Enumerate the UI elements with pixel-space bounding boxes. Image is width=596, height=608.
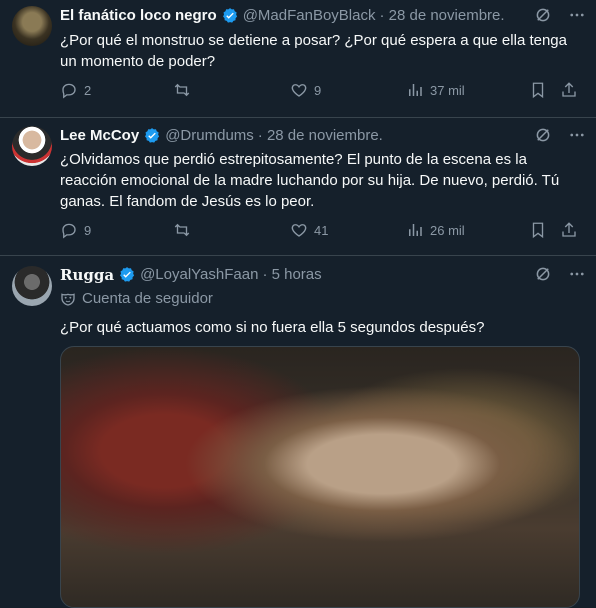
more-options-icon[interactable] [568, 126, 586, 144]
avatar[interactable] [12, 126, 52, 166]
retweet-button[interactable] [172, 81, 290, 99]
tweet-header: El fanático loco negro @MadFanBoyBlack ·… [60, 6, 586, 26]
display-name[interactable]: El fanático loco negro [60, 6, 217, 26]
reply-button[interactable]: 9 [60, 221, 172, 239]
reply-icon [62, 83, 76, 99]
heart-icon [291, 84, 307, 97]
retweet-icon [174, 223, 190, 237]
tweet-actions: 9 41 26 mil [60, 219, 578, 241]
reply-count: 9 [84, 222, 92, 238]
verified-badge-icon [120, 267, 135, 282]
view-count: 37 mil [430, 82, 465, 98]
timestamp[interactable]: · 5 horas [262, 265, 321, 285]
bookmark-button[interactable] [530, 221, 560, 239]
analytics-icon [409, 84, 422, 96]
like-button[interactable]: 41 [290, 221, 406, 239]
follower-tag-label: Cuenta de seguidor [82, 290, 213, 307]
view-count: 26 mil [430, 222, 465, 238]
more-options-icon[interactable] [568, 265, 586, 283]
mask-icon [61, 292, 75, 306]
grok-icon[interactable] [534, 126, 552, 144]
grok-icon[interactable] [534, 265, 552, 283]
avatar[interactable] [12, 6, 52, 46]
like-count: 9 [314, 82, 322, 98]
bookmark-button[interactable] [530, 81, 560, 99]
tweet-2[interactable]: Lee McCoy @Drumdums · 28 de noviembre. ¿… [0, 118, 596, 256]
handle[interactable]: @MadFanBoyBlack [243, 6, 376, 26]
retweet-button[interactable] [172, 221, 290, 239]
tweet-1[interactable]: El fanático loco negro @MadFanBoyBlack ·… [0, 0, 596, 118]
timestamp[interactable]: · 28 de noviembre. [379, 6, 504, 26]
tweet-text: ¿Por qué el monstruo se detiene a posar?… [60, 32, 567, 70]
like-button[interactable]: 9 [290, 81, 406, 99]
reply-count: 2 [84, 82, 92, 98]
like-count: 41 [314, 222, 329, 238]
views-button[interactable]: 37 mil [406, 81, 530, 99]
handle[interactable]: @Drumdums [165, 126, 254, 146]
handle[interactable]: @LoyalYashFaan [140, 265, 258, 285]
analytics-icon [409, 224, 422, 236]
follower-account-tag: Cuenta de seguidor [60, 290, 213, 307]
timestamp[interactable]: · 28 de noviembre. [258, 126, 383, 146]
share-button[interactable] [560, 81, 578, 99]
tweet-text: ¿Por qué actuamos como si no fuera ella … [60, 319, 485, 336]
display-name[interactable]: Rugga [60, 265, 114, 285]
verified-badge-icon [222, 8, 237, 23]
share-icon [562, 82, 576, 97]
tweet-header: Rugga @LoyalYashFaan · 5 horas [60, 265, 586, 285]
views-button[interactable]: 26 mil [406, 221, 530, 239]
tweet-header: Lee McCoy @Drumdums · 28 de noviembre. [60, 126, 586, 146]
tweet-media-image[interactable] [60, 346, 580, 608]
reply-button[interactable]: 2 [60, 81, 172, 99]
share-icon [562, 222, 576, 237]
share-button[interactable] [560, 221, 578, 239]
grok-icon[interactable] [534, 6, 552, 24]
verified-badge-icon [145, 128, 160, 143]
tweet-actions: 2 9 37 mil [60, 79, 578, 101]
bookmark-icon [532, 222, 544, 239]
header-icons [534, 126, 586, 144]
avatar[interactable] [12, 266, 52, 306]
tweet-text: ¿Olvidamos que perdió estrepitosamente? … [60, 151, 560, 210]
bookmark-icon [532, 82, 544, 99]
display-name[interactable]: Lee McCoy [60, 126, 139, 146]
header-icons [534, 265, 586, 283]
header-icons [534, 6, 586, 24]
retweet-icon [174, 83, 190, 97]
reply-icon [62, 223, 76, 239]
more-options-icon[interactable] [568, 6, 586, 24]
heart-icon [291, 224, 307, 237]
